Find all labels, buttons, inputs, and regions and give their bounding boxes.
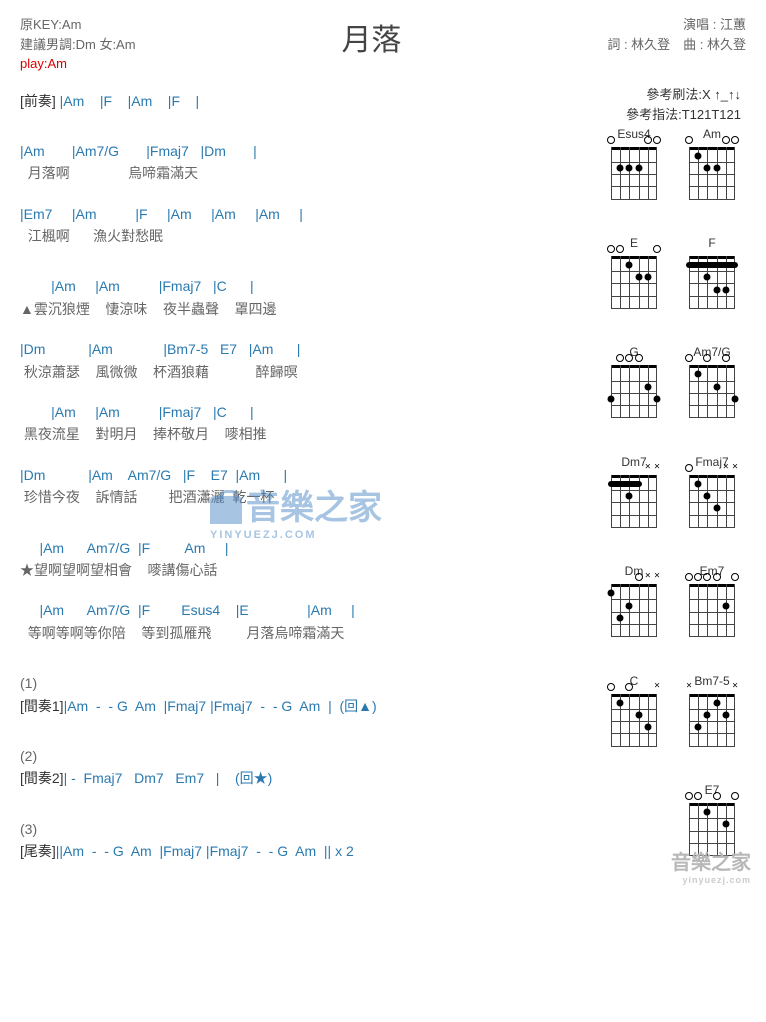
chord-line: |Am |Am7/G |Fmaj7 |Dm |	[20, 140, 576, 162]
interlude1-chords: |Am - - G Am |Fmaj7 |Fmaj7 - - G Am | (回…	[64, 698, 377, 714]
chord-diagram-g: G	[600, 345, 668, 442]
chord-diagram-am: Am	[678, 127, 746, 224]
section-num: (1)	[20, 672, 576, 694]
chord-diagram-esus4: Esus4	[600, 127, 668, 224]
fretboard-icon: ××	[607, 471, 661, 527]
footer-wm-sub: yinyuezj.com	[671, 875, 751, 885]
fretboard-icon	[607, 252, 661, 308]
chord-line: |Em7 |Am |F |Am |Am |Am |	[20, 203, 576, 225]
chord-line: |Am Am7/G |F Am |	[20, 537, 576, 559]
interlude2-label: [間奏2]	[20, 770, 64, 786]
fretboard-icon	[607, 361, 661, 417]
fretboard-icon: ×	[607, 690, 661, 746]
chord-diagram-am7-g: Am7/G	[678, 345, 746, 442]
section-num: (3)	[20, 818, 576, 840]
chord-diagram-c: C×	[600, 674, 668, 771]
reference-box: 參考刷法:X ↑_↑↓ 參考指法:T121T121	[626, 85, 741, 124]
footer-watermark: 音樂之家 yinyuezj.com	[671, 846, 751, 885]
lyric-line: 珍惜今夜 訴情話 把酒瀟灑 乾一杯	[20, 486, 576, 508]
chord-diagram-em7: Em7	[678, 564, 746, 661]
lyric-line: ★望啊望啊望相會 嘜講傷心話	[20, 559, 576, 581]
lyric-line: 黑夜流星 對明月 捧杯敬月 嘜相推	[20, 423, 576, 445]
play-label: play:	[20, 56, 47, 71]
chord-diagram-f: F	[678, 236, 746, 333]
chord-line: |Am Am7/G |F Esus4 |E |Am |	[20, 599, 576, 621]
lyric-line: 等啊等啊等你陪 等到孤雁飛 月落烏啼霜滿天	[20, 622, 576, 644]
fretboard-icon	[685, 580, 739, 636]
chord-line: |Am |Am |Fmaj7 |C |	[20, 275, 576, 297]
lyric-line: ▲雲沉狼煙 悽涼味 夜半蟲聲 罩四邊	[20, 298, 576, 320]
chord-line: |Am |Am |Fmaj7 |C |	[20, 401, 576, 423]
fretboard-icon	[685, 361, 739, 417]
chord-sheet: [前奏] |Am |F |Am |F | |Am |Am7/G |Fmaj7 |…	[20, 82, 576, 881]
chord-diagram-fmaj7: Fmaj7××	[678, 455, 746, 552]
fretboard-icon: ××	[607, 580, 661, 636]
ref-strum: 參考刷法:X ↑_↑↓	[626, 85, 741, 105]
section-num: (2)	[20, 745, 576, 767]
interlude2-chords: | - Fmaj7 Dm7 Em7 | (回★)	[64, 770, 273, 786]
original-key: 原KEY:Am	[20, 15, 136, 35]
chord-diagram-dm7: Dm7××	[600, 455, 668, 552]
suggest-key: 建議男調:Dm 女:Am	[20, 35, 136, 55]
credits: 詞 : 林久登 曲 : 林久登	[607, 35, 746, 55]
outro-label: [尾奏]	[20, 843, 56, 859]
page-title: 月落	[136, 15, 608, 74]
fretboard-icon	[685, 143, 739, 199]
meta-right: 演唱 : 江蕙 詞 : 林久登 曲 : 林久登	[607, 15, 746, 74]
outro-chords: ||Am - - G Am |Fmaj7 |Fmaj7 - - G Am || …	[56, 843, 354, 859]
intro-chords: |Am |F |Am |F |	[56, 93, 199, 109]
chord-name: F	[678, 236, 746, 250]
chord-diagram-dm: Dm××	[600, 564, 668, 661]
fretboard-icon	[607, 143, 661, 199]
fretboard-icon: ××	[685, 471, 739, 527]
footer-wm-text: 音樂之家	[671, 852, 751, 874]
chord-line: |Dm |Am Am7/G |F E7 |Am |	[20, 464, 576, 486]
lyric-line: 江楓啊 漁火對愁眠	[20, 225, 576, 247]
fretboard-icon	[685, 252, 739, 308]
chord-diagram-panel: Esus4AmEF GAm7/GDm7××Fmaj7××Dm××Em7C×Bm7-…	[591, 82, 746, 881]
interlude1-label: [間奏1]	[20, 698, 64, 714]
lyric-line: 月落啊 烏啼霜滿天	[20, 162, 576, 184]
play-key: Am	[47, 56, 67, 71]
intro-label: [前奏]	[20, 93, 56, 109]
chord-line: |Dm |Am |Bm7-5 E7 |Am |	[20, 338, 576, 360]
chord-diagram-bm7-5: Bm7-5××	[678, 674, 746, 771]
singer: 演唱 : 江蕙	[607, 15, 746, 35]
fretboard-icon: ××	[685, 690, 739, 746]
chord-diagram-e: E	[600, 236, 668, 333]
meta-left: 原KEY:Am 建議男調:Dm 女:Am play:Am	[20, 15, 136, 74]
ref-finger: 參考指法:T121T121	[626, 105, 741, 125]
lyric-line: 秋涼蕭瑟 風微微 杯酒狼藉 醉歸暝	[20, 361, 576, 383]
